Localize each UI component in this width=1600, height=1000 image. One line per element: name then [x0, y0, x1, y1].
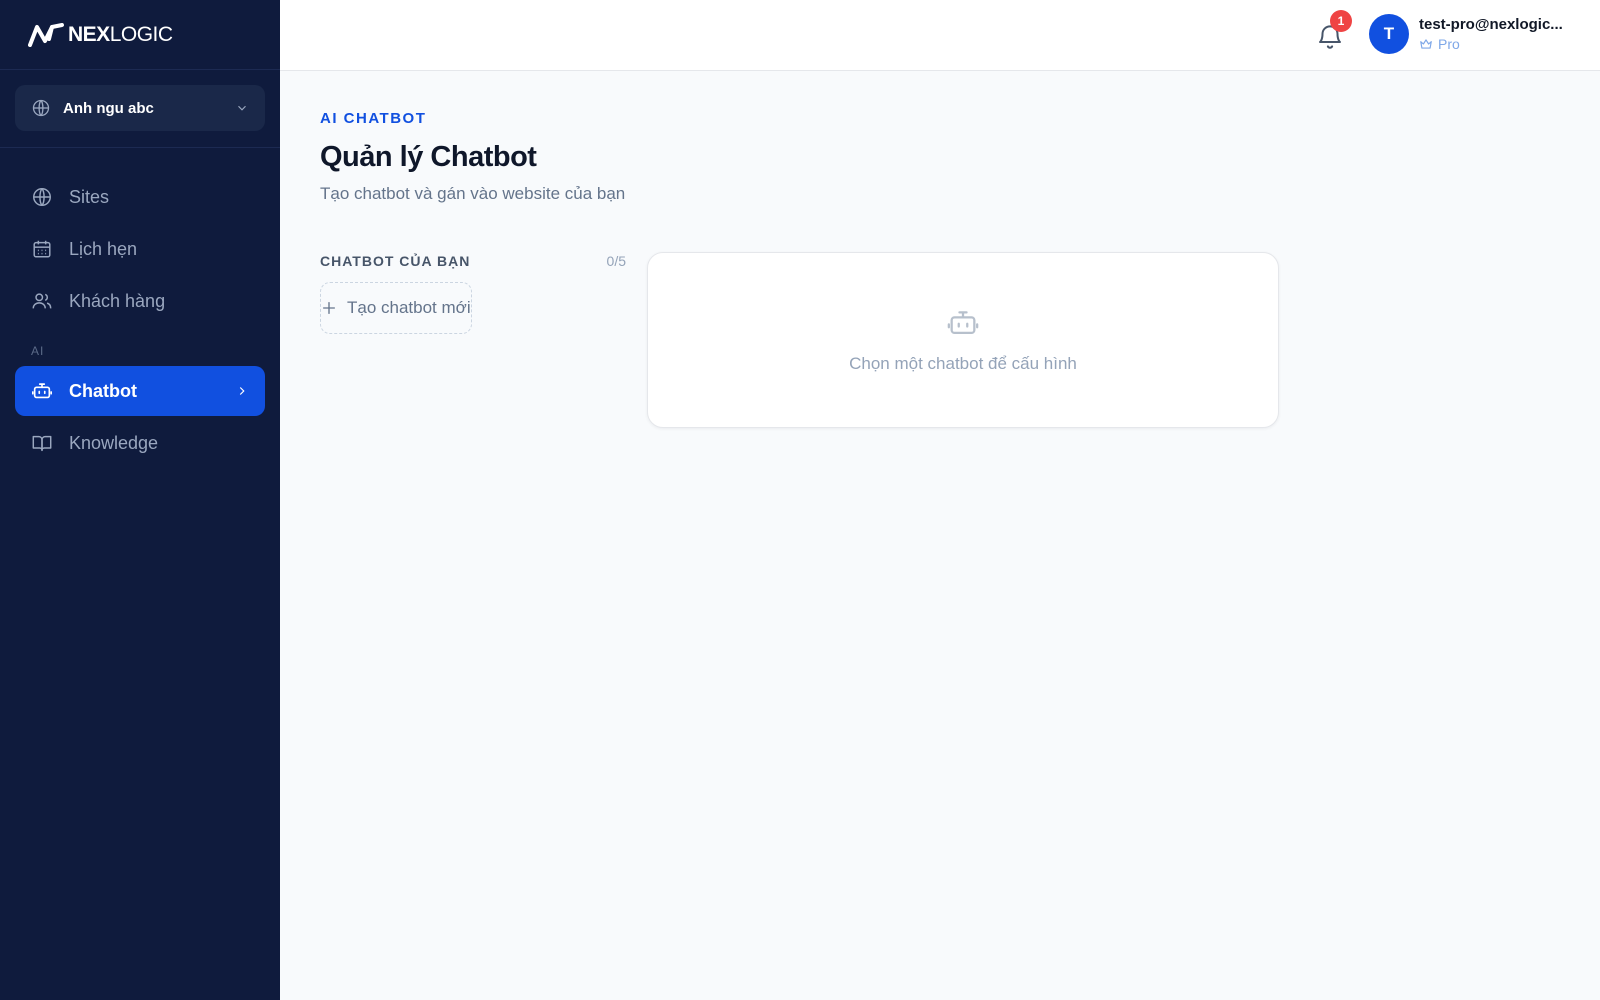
- bot-icon: [947, 311, 979, 335]
- notification-badge: 1: [1330, 10, 1352, 32]
- avatar: T: [1369, 14, 1409, 54]
- sidebar-item-appointments[interactable]: Lịch hẹn: [15, 224, 265, 274]
- globe-icon: [33, 188, 51, 206]
- sidebar-item-label: Lịch hẹn: [69, 238, 138, 259]
- sidebar-item-label: Sites: [69, 186, 110, 207]
- logo-icon: [28, 22, 64, 47]
- calendar-icon: [33, 240, 51, 258]
- user-plan-label: Pro: [1438, 36, 1460, 52]
- sidebar-item-sites[interactable]: Sites: [15, 172, 265, 222]
- chatbot-list-title: CHATBOT CỦA BẠN: [320, 253, 471, 269]
- chevron-right-icon: [239, 387, 245, 395]
- site-selector-dropdown[interactable]: Anh ngu abc: [15, 85, 265, 131]
- plus-icon: [323, 302, 335, 314]
- sidebar-item-label: Chatbot: [69, 380, 137, 401]
- sidebar-item-customers[interactable]: Khách hàng: [15, 276, 265, 326]
- page-header: AI CHATBOT Quản lý Chatbot Tạo chatbot v…: [320, 110, 625, 204]
- create-chatbot-button[interactable]: Tạo chatbot mới: [320, 282, 472, 334]
- bot-icon: [32, 383, 52, 399]
- globe-icon: [32, 99, 50, 117]
- sidebar-nav: Sites Lịch hẹn Khách hàng AI Chatbot Kno…: [0, 148, 280, 468]
- crown-icon: [1420, 39, 1432, 49]
- chatbot-count: 0/5: [606, 253, 626, 269]
- empty-state-text: Chọn một chatbot để cấu hình: [849, 354, 1077, 373]
- site-selector-value: Anh ngu abc: [63, 99, 154, 117]
- topbar: 1 T test-pro@nexlogic... Pro: [280, 0, 1600, 71]
- chevron-down-icon: [238, 105, 246, 111]
- sidebar-item-label: Khách hàng: [69, 290, 166, 311]
- chatbot-list-panel: CHATBOT CỦA BẠN 0/5 Tạo chatbot mới: [320, 250, 626, 334]
- sidebar: NEXLOGIC Anh ngu abc Sites Lịch hẹn Khác…: [0, 0, 280, 1000]
- brand-logo[interactable]: NEXLOGIC: [0, 0, 280, 70]
- site-selector-section: Anh ngu abc: [0, 70, 280, 148]
- brand-name: NEXLOGIC: [68, 22, 173, 46]
- users-icon: [32, 293, 52, 309]
- chatbot-list-header: CHATBOT CỦA BẠN 0/5: [320, 250, 626, 272]
- page-title: Quản lý Chatbot: [320, 141, 537, 173]
- chatbot-detail-panel: Chọn một chatbot để cấu hình: [647, 252, 1279, 428]
- create-chatbot-label: Tạo chatbot mới: [347, 298, 471, 317]
- sidebar-item-chatbot[interactable]: Chatbot: [15, 366, 265, 416]
- sidebar-section-ai: AI: [31, 344, 45, 358]
- book-icon: [32, 435, 52, 452]
- user-info: test-pro@nexlogic... Pro: [1419, 16, 1563, 52]
- user-email: test-pro@nexlogic...: [1419, 16, 1563, 33]
- page-eyebrow: AI CHATBOT: [320, 110, 427, 127]
- user-plan-badge: Pro: [1419, 36, 1563, 52]
- sidebar-item-label: Knowledge: [69, 432, 159, 453]
- user-menu[interactable]: T test-pro@nexlogic... Pro: [1369, 14, 1563, 54]
- sidebar-item-knowledge[interactable]: Knowledge: [15, 418, 265, 468]
- page-subtitle: Tạo chatbot và gán vào website của bạn: [320, 184, 626, 203]
